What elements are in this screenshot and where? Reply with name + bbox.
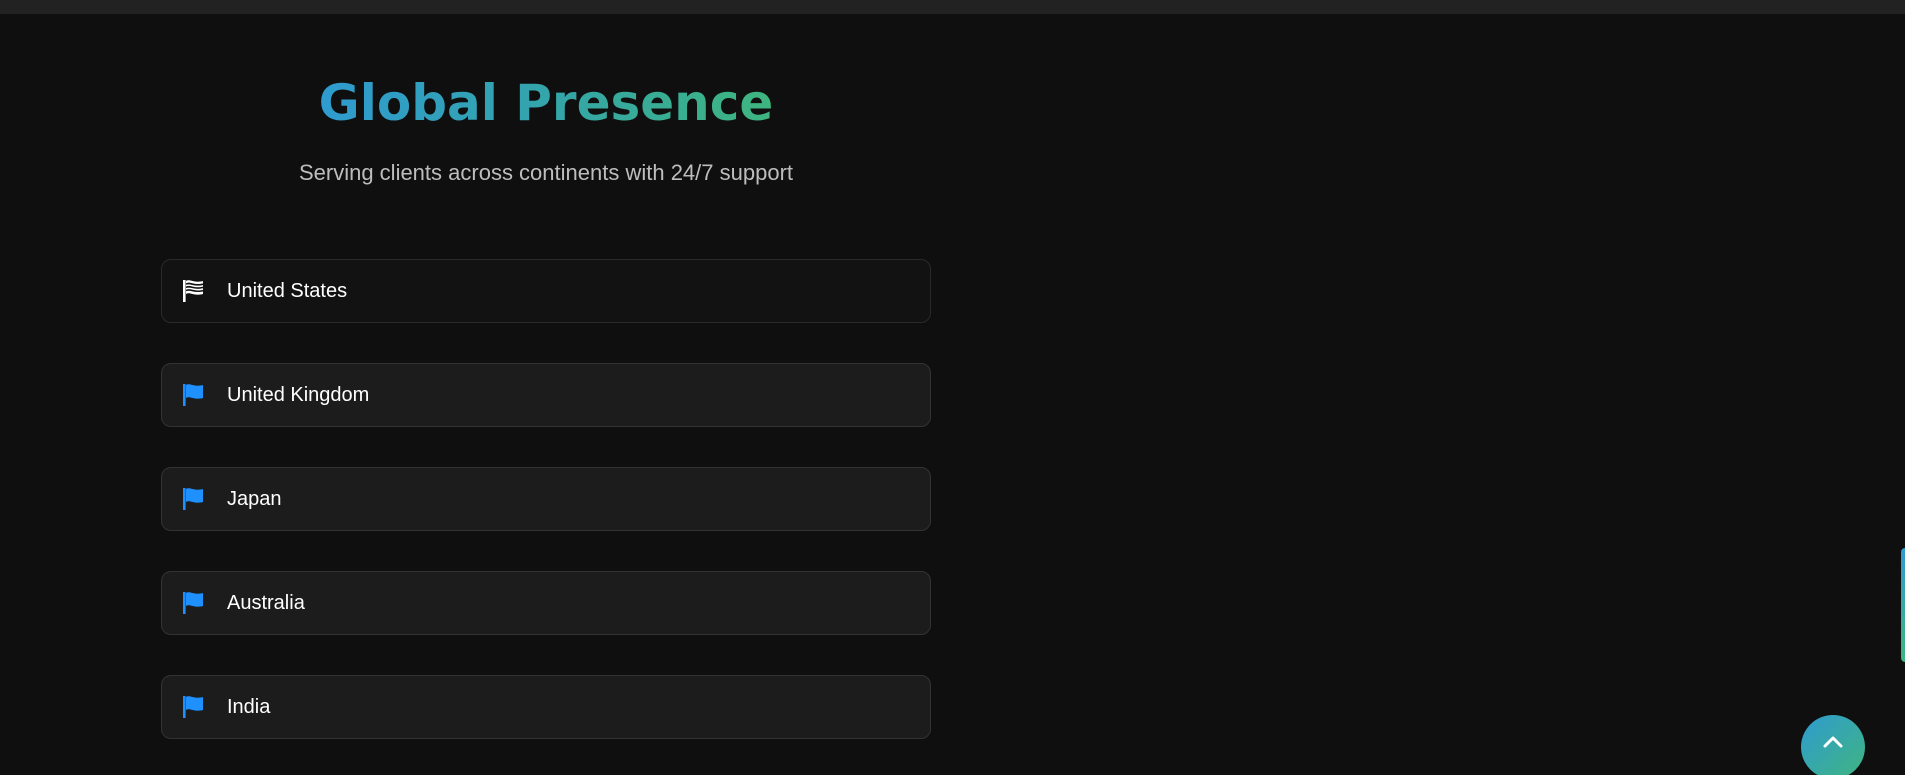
country-item-australia[interactable]: Australia: [161, 571, 931, 635]
waving-flag-icon: [181, 279, 205, 303]
flag-icon: [181, 591, 205, 615]
country-label: United Kingdom: [227, 383, 370, 406]
section-header: Global Presence Serving clients across c…: [160, 70, 932, 186]
country-list: United States United Kingdom Japan Austr…: [161, 259, 931, 775]
side-edge-tab[interactable]: [1901, 548, 1905, 662]
flag-icon: [181, 695, 205, 719]
flag-icon: [181, 487, 205, 511]
flag-icon: [181, 383, 205, 407]
page-title: Global Presence: [319, 70, 774, 136]
country-item-united-states[interactable]: United States: [161, 259, 931, 323]
top-bar: [0, 0, 1905, 14]
country-label: India: [227, 695, 271, 718]
country-label: Japan: [227, 487, 282, 510]
country-item-india[interactable]: India: [161, 675, 931, 739]
page: Global Presence Serving clients across c…: [0, 0, 1905, 775]
country-item-united-kingdom[interactable]: United Kingdom: [161, 363, 931, 427]
country-item-japan[interactable]: Japan: [161, 467, 931, 531]
country-label: United States: [227, 279, 348, 302]
page-subtitle: Serving clients across continents with 2…: [298, 160, 794, 185]
scroll-to-top-button[interactable]: [1801, 715, 1865, 775]
chevron-up-icon: [1822, 735, 1844, 754]
country-label: Australia: [227, 591, 305, 614]
